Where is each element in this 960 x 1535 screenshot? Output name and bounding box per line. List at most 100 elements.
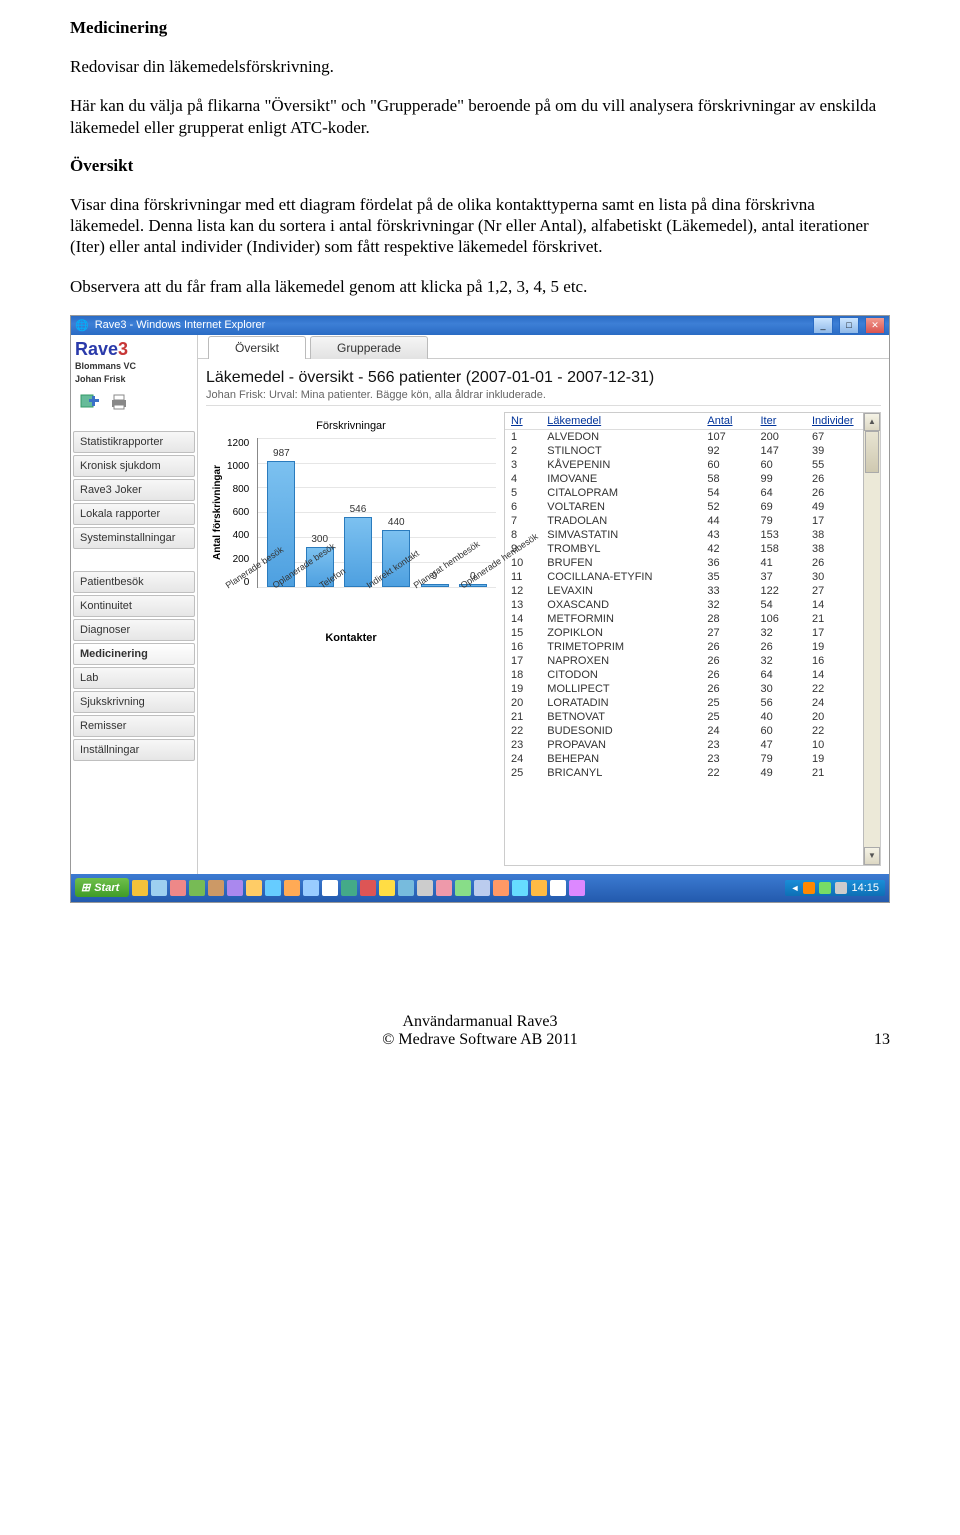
- task-icon[interactable]: [493, 880, 509, 896]
- sidebar-item[interactable]: Patientbesök: [73, 571, 195, 593]
- task-icon[interactable]: [132, 880, 148, 896]
- table-cell: 7: [505, 514, 541, 528]
- table-row[interactable]: 22BUDESONID246022: [505, 724, 863, 738]
- col-individer[interactable]: Individer: [806, 413, 863, 430]
- scroll-thumb[interactable]: [865, 431, 879, 473]
- task-icon[interactable]: [246, 880, 262, 896]
- tab-grupperade[interactable]: Grupperade: [310, 336, 428, 359]
- col-lakemedel[interactable]: Läkemedel: [541, 413, 701, 430]
- table-cell: 47: [755, 738, 807, 752]
- task-icon[interactable]: [341, 880, 357, 896]
- table-row[interactable]: 12LEVAXIN3312227: [505, 584, 863, 598]
- table-row[interactable]: 4IMOVANE589926: [505, 472, 863, 486]
- table-row[interactable]: 6VOLTAREN526949: [505, 500, 863, 514]
- close-button[interactable]: ✕: [865, 317, 885, 334]
- sidebar-item[interactable]: Remisser: [73, 715, 195, 737]
- scroll-up-button[interactable]: ▲: [864, 413, 880, 431]
- table-cell: 30: [755, 682, 807, 696]
- table-cell: 43: [701, 528, 754, 542]
- task-icon[interactable]: [398, 880, 414, 896]
- table-row[interactable]: 17NAPROXEN263216: [505, 654, 863, 668]
- table-cell: 26: [755, 640, 807, 654]
- table-row[interactable]: 1ALVEDON10720067: [505, 429, 863, 444]
- scroll-track[interactable]: [864, 431, 880, 847]
- tray-icon[interactable]: ◄: [791, 883, 800, 893]
- system-tray[interactable]: ◄ 14:15: [785, 880, 885, 896]
- sidebar-item[interactable]: Diagnoser: [73, 619, 195, 641]
- table-cell: 17: [806, 626, 863, 640]
- task-icon[interactable]: [436, 880, 452, 896]
- task-icon[interactable]: [303, 880, 319, 896]
- table-row[interactable]: 24BEHEPAN237919: [505, 752, 863, 766]
- task-icon[interactable]: [474, 880, 490, 896]
- scrollbar[interactable]: ▲ ▼: [863, 413, 880, 865]
- tray-icon[interactable]: [819, 882, 831, 894]
- table-cell: 26: [701, 668, 754, 682]
- col-nr[interactable]: Nr: [505, 413, 541, 430]
- task-icon[interactable]: [265, 880, 281, 896]
- col-antal[interactable]: Antal: [701, 413, 754, 430]
- task-icon[interactable]: [531, 880, 547, 896]
- table-row[interactable]: 21BETNOVAT254020: [505, 710, 863, 724]
- sidebar-item[interactable]: Lab: [73, 667, 195, 689]
- tray-icon[interactable]: [835, 882, 847, 894]
- task-icon[interactable]: [322, 880, 338, 896]
- sidebar-item[interactable]: Kontinuitet: [73, 595, 195, 617]
- add-icon[interactable]: [79, 393, 99, 411]
- table-row[interactable]: 14METFORMIN2810621: [505, 612, 863, 626]
- table-row[interactable]: 5CITALOPRAM546426: [505, 486, 863, 500]
- sidebar-item[interactable]: Sjukskrivning: [73, 691, 195, 713]
- tray-icon[interactable]: [803, 882, 815, 894]
- table-row[interactable]: 8SIMVASTATIN4315338: [505, 528, 863, 542]
- task-icon[interactable]: [550, 880, 566, 896]
- sidebar-item[interactable]: Kronisk sjukdom: [73, 455, 195, 477]
- table-row[interactable]: 9TROMBYL4215838: [505, 542, 863, 556]
- task-icon[interactable]: [379, 880, 395, 896]
- task-icon[interactable]: [208, 880, 224, 896]
- table-row[interactable]: 16TRIMETOPRIM262619: [505, 640, 863, 654]
- sidebar-item[interactable]: Medicinering: [73, 643, 195, 665]
- table-row[interactable]: 19MOLLIPECT263022: [505, 682, 863, 696]
- minimize-button[interactable]: _: [813, 317, 833, 334]
- task-icon[interactable]: [227, 880, 243, 896]
- print-icon[interactable]: [109, 393, 129, 411]
- task-icon[interactable]: [455, 880, 471, 896]
- start-button[interactable]: ⊞ Start: [75, 878, 129, 897]
- table-row[interactable]: 20LORATADIN255624: [505, 696, 863, 710]
- sidebar-item[interactable]: Rave3 Joker: [73, 479, 195, 501]
- table-row[interactable]: 13OXASCAND325414: [505, 598, 863, 612]
- table-row[interactable]: 10BRUFEN364126: [505, 556, 863, 570]
- table-row[interactable]: 3KÅVEPENIN606055: [505, 458, 863, 472]
- table-row[interactable]: 15ZOPIKLON273217: [505, 626, 863, 640]
- table-cell: 60: [755, 724, 807, 738]
- task-icon[interactable]: [569, 880, 585, 896]
- task-icon[interactable]: [417, 880, 433, 896]
- task-icon[interactable]: [284, 880, 300, 896]
- table-row[interactable]: 11COCILLANA-ETYFIN353730: [505, 570, 863, 584]
- table-row[interactable]: 7TRADOLAN447917: [505, 514, 863, 528]
- table-row[interactable]: 18CITODON266414: [505, 668, 863, 682]
- sidebar-item[interactable]: Lokala rapporter: [73, 503, 195, 525]
- task-icon[interactable]: [512, 880, 528, 896]
- maximize-button[interactable]: □: [839, 317, 859, 334]
- tab-oversikt[interactable]: Översikt: [208, 336, 306, 359]
- task-icon[interactable]: [189, 880, 205, 896]
- table-cell: 17: [505, 654, 541, 668]
- table-cell: 16: [806, 654, 863, 668]
- scroll-down-button[interactable]: ▼: [864, 847, 880, 865]
- task-icon[interactable]: [170, 880, 186, 896]
- table-cell: 2: [505, 444, 541, 458]
- table-row[interactable]: 2STILNOCT9214739: [505, 444, 863, 458]
- sidebar-item[interactable]: Systeminstallningar: [73, 527, 195, 549]
- table-cell: 41: [755, 556, 807, 570]
- table-cell: 122: [755, 584, 807, 598]
- col-iter[interactable]: Iter: [755, 413, 807, 430]
- task-icon[interactable]: [151, 880, 167, 896]
- table-row[interactable]: 23PROPAVAN234710: [505, 738, 863, 752]
- task-icon[interactable]: [360, 880, 376, 896]
- sidebar-item[interactable]: Statistikrapporter: [73, 431, 195, 453]
- table-cell: 23: [701, 752, 754, 766]
- sidebar-item[interactable]: Inställningar: [73, 739, 195, 761]
- bar: [344, 517, 372, 587]
- table-row[interactable]: 25BRICANYL224921: [505, 766, 863, 780]
